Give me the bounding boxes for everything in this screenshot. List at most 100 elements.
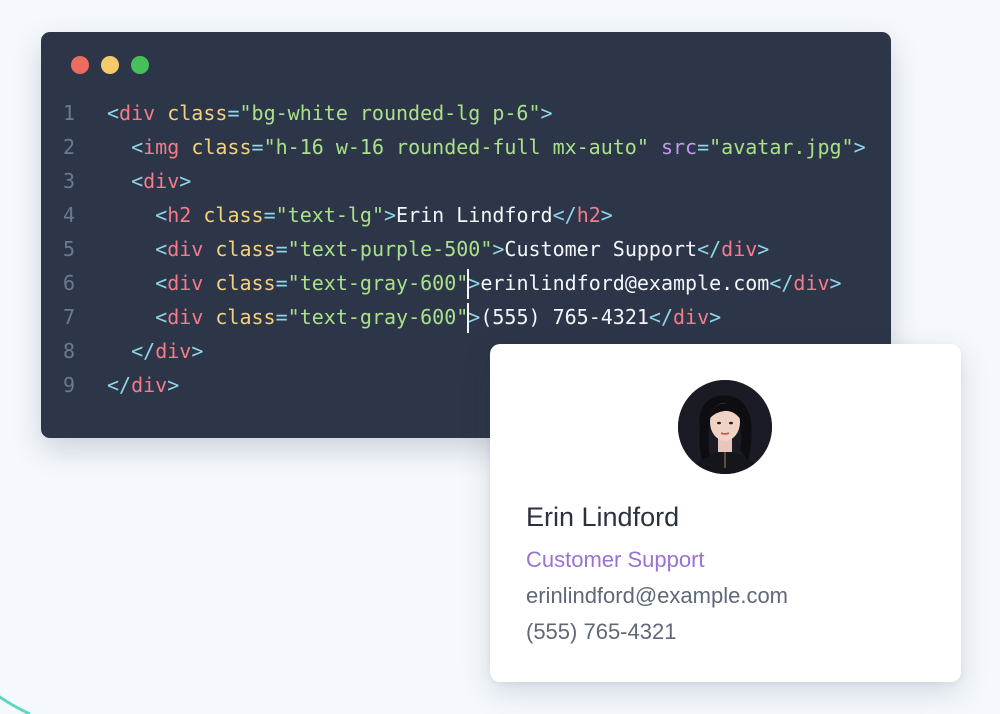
code-token-punct: < bbox=[131, 135, 144, 159]
code-token-attr: class bbox=[203, 203, 264, 227]
code-line: 3 <div> bbox=[41, 164, 891, 198]
line-source: <div> bbox=[107, 164, 191, 198]
code-token-tag: h2 bbox=[167, 203, 192, 227]
text-cursor bbox=[467, 268, 470, 299]
line-number: 7 bbox=[63, 305, 76, 329]
window-controls bbox=[71, 56, 149, 74]
code-token-attr: class bbox=[215, 237, 276, 261]
code-token-tag: div bbox=[167, 237, 204, 261]
code-token-punct: </ bbox=[769, 271, 794, 295]
code-token-punct: > bbox=[468, 305, 481, 329]
code-token-punct: > bbox=[179, 169, 192, 193]
minimize-window-button[interactable] bbox=[101, 56, 119, 74]
code-token-str: "h-16 w-16 rounded-full mx-auto" bbox=[263, 135, 649, 159]
code-token-punct: > bbox=[191, 339, 204, 363]
code-token-punct: > bbox=[492, 237, 505, 261]
close-window-button[interactable] bbox=[71, 56, 89, 74]
code-line: 4 <h2 class="text-lg">Erin Lindford</h2> bbox=[41, 198, 891, 232]
code-token-punct: < bbox=[155, 271, 168, 295]
code-line: 1 <div class="bg-white rounded-lg p-6"> bbox=[41, 96, 891, 130]
line-source: <img class="h-16 w-16 rounded-full mx-au… bbox=[107, 130, 866, 164]
code-token-tag: div bbox=[673, 305, 710, 329]
card-phone: (555) 765-4321 bbox=[526, 619, 677, 644]
card-email: erinlindford@example.com bbox=[526, 583, 789, 608]
code-token-punct: > bbox=[167, 373, 180, 397]
code-token-eq: = bbox=[275, 271, 288, 295]
code-line: 6 <div class="text-gray-600">erinlindfor… bbox=[41, 266, 891, 300]
code-token-str: "text-gray-600" bbox=[287, 271, 469, 295]
code-token-str: "text-lg" bbox=[275, 203, 384, 227]
code-token-tag: h2 bbox=[576, 203, 601, 227]
code-token-punct: > bbox=[600, 203, 613, 227]
code-token-attr: class bbox=[215, 271, 276, 295]
line-source: <div class="text-gray-600">(555) 765-432… bbox=[107, 300, 721, 334]
code-token-eq: = bbox=[251, 135, 264, 159]
code-token-punct: > bbox=[709, 305, 722, 329]
code-token-eq: = bbox=[275, 305, 288, 329]
line-source: <div class="text-purple-500">Customer Su… bbox=[107, 232, 769, 266]
code-token-tag: div bbox=[155, 339, 192, 363]
code-token-tag: div bbox=[119, 101, 156, 125]
code-token-punct: < bbox=[155, 203, 168, 227]
line-number: 4 bbox=[63, 203, 76, 227]
code-token-punct: </ bbox=[552, 203, 577, 227]
code-token-attr: class bbox=[167, 101, 228, 125]
code-line: 2 <img class="h-16 w-16 rounded-full mx-… bbox=[41, 130, 891, 164]
line-number: 2 bbox=[63, 135, 76, 159]
text-cursor bbox=[467, 302, 470, 333]
code-token-punct: < bbox=[131, 169, 144, 193]
code-token-str: "text-purple-500" bbox=[287, 237, 493, 261]
code-token-str: "text-gray-600" bbox=[287, 305, 469, 329]
code-line: 7 <div class="text-gray-600">(555) 765-4… bbox=[41, 300, 891, 334]
code-token-str: "bg-white rounded-lg p-6" bbox=[239, 101, 541, 125]
code-token-src: src bbox=[660, 135, 698, 159]
line-source: <h2 class="text-lg">Erin Lindford</h2> bbox=[107, 198, 613, 232]
card-name: Erin Lindford bbox=[526, 502, 680, 532]
line-number: 9 bbox=[63, 373, 76, 397]
code-token-punct: </ bbox=[131, 339, 156, 363]
line-source: </div> bbox=[107, 334, 203, 368]
code-token-attr: class bbox=[191, 135, 252, 159]
code-token-text: (555) 765-4321 bbox=[480, 305, 649, 329]
code-token-eq: = bbox=[275, 237, 288, 261]
code-token-tag: div bbox=[721, 237, 758, 261]
line-number: 1 bbox=[63, 101, 76, 125]
code-token-tag: img bbox=[143, 135, 180, 159]
code-token-punct: > bbox=[384, 203, 397, 227]
code-line: 5 <div class="text-purple-500">Customer … bbox=[41, 232, 891, 266]
code-token-punct: > bbox=[540, 101, 553, 125]
code-token-tag: div bbox=[167, 271, 204, 295]
maximize-window-button[interactable] bbox=[131, 56, 149, 74]
code-token-punct: > bbox=[468, 271, 481, 295]
line-source: <div class="bg-white rounded-lg p-6"> bbox=[107, 96, 553, 130]
code-token-punct: < bbox=[155, 305, 168, 329]
code-token-punct: > bbox=[829, 271, 842, 295]
code-token-punct: </ bbox=[697, 237, 722, 261]
line-number: 5 bbox=[63, 237, 76, 261]
code-token-text: erinlindford@example.com bbox=[480, 271, 770, 295]
code-token-punct: </ bbox=[648, 305, 673, 329]
code-token-tag: div bbox=[167, 305, 204, 329]
code-token-eq: = bbox=[227, 101, 240, 125]
code-token-eq: = bbox=[697, 135, 710, 159]
avatar-photo-icon bbox=[678, 380, 772, 474]
code-token-text: Customer Support bbox=[504, 237, 698, 261]
line-number: 3 bbox=[63, 169, 76, 193]
profile-card: Erin Lindford Customer Support erinlindf… bbox=[490, 344, 961, 682]
code-token-attr: class bbox=[215, 305, 276, 329]
code-token-punct: > bbox=[853, 135, 866, 159]
line-source: </div> bbox=[107, 368, 179, 402]
code-token-str: "avatar.jpg" bbox=[709, 135, 854, 159]
